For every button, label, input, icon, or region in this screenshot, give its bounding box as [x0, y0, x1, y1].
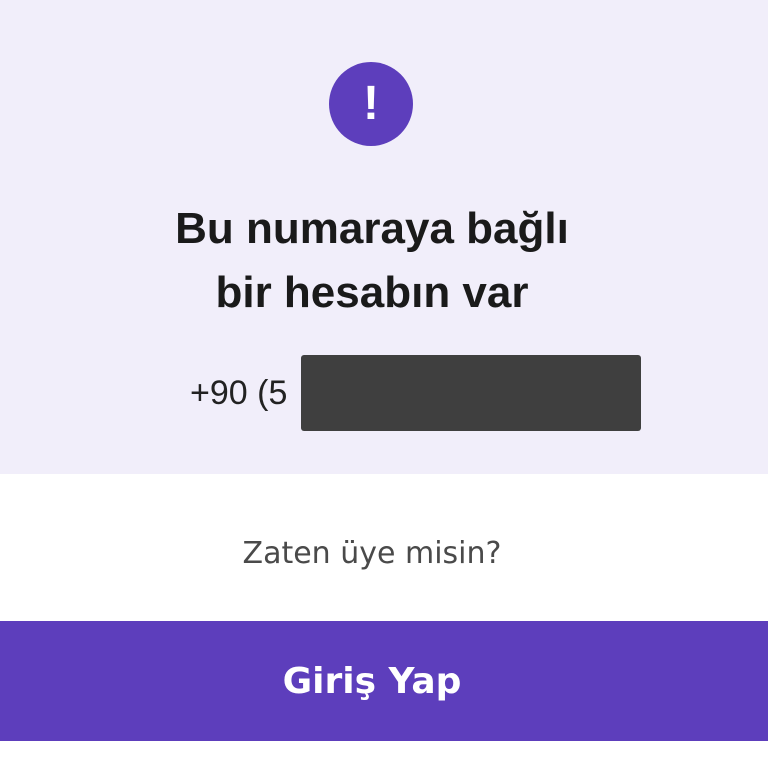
login-button[interactable]: Giriş Yap	[0, 621, 768, 741]
already-member-question: Zaten üye misin?	[242, 536, 502, 571]
title-line-1: Bu numaraya bağlı	[175, 204, 569, 253]
page-title: Bu numaraya bağlı bir hesabın var	[0, 197, 744, 325]
exclamation-icon: !	[329, 62, 413, 146]
phone-prefix: +90 (5	[190, 373, 288, 412]
bottom-spacer	[0, 741, 768, 768]
title-line-2: bir hesabın var	[215, 268, 529, 317]
phone-number: +90 (5	[190, 355, 642, 431]
info-panel: ! Bu numaraya bağlı bir hesabın var +90 …	[0, 0, 768, 474]
phone-redaction-block	[301, 355, 642, 431]
account-exists-screen: ! Bu numaraya bağlı bir hesabın var +90 …	[0, 0, 768, 768]
